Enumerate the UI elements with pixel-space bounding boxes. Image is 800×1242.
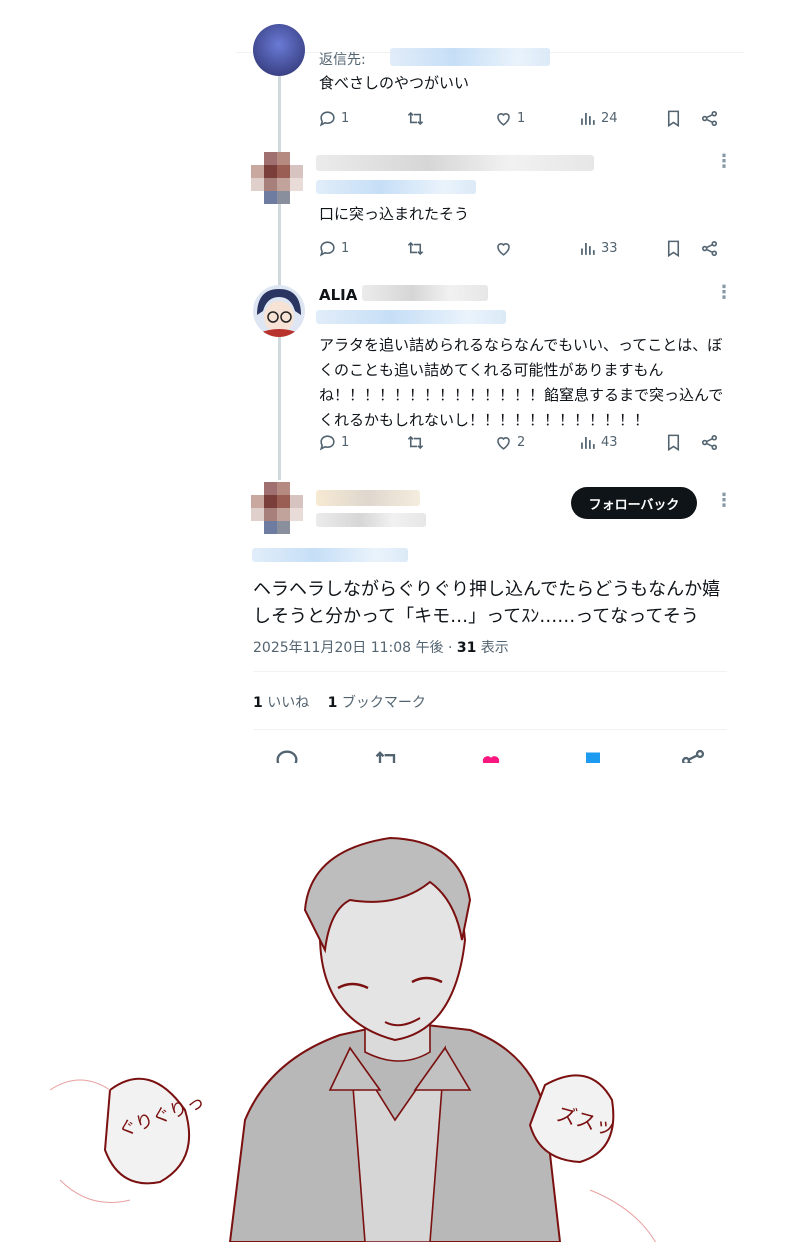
user-name: ALIA bbox=[319, 286, 358, 304]
retweet-icon[interactable] bbox=[373, 747, 401, 763]
reply-count: 1 bbox=[341, 110, 350, 126]
retweet-button[interactable] bbox=[406, 106, 425, 130]
retweet-icon bbox=[407, 435, 424, 449]
engagement-stats: 1 いいね 1 ブックマーク bbox=[253, 692, 426, 712]
like-button[interactable]: 2 bbox=[494, 430, 525, 454]
views-label: 表示 bbox=[476, 640, 509, 656]
action-bar: 1 33 bbox=[318, 236, 722, 260]
views-button[interactable]: 33 bbox=[578, 236, 618, 260]
follow-back-button[interactable]: フォローバック bbox=[571, 487, 697, 519]
action-bar: 1 1 24 bbox=[318, 106, 722, 130]
views-icon bbox=[581, 242, 595, 255]
bookmark-icon bbox=[667, 240, 680, 257]
views-button[interactable]: 43 bbox=[578, 430, 618, 454]
reply-button[interactable]: 1 bbox=[318, 236, 349, 260]
share-icon bbox=[701, 434, 718, 450]
avatar[interactable] bbox=[251, 482, 303, 534]
character-sketch: ぐりぐりっ ズスッ bbox=[49, 836, 657, 1242]
meta-separator: · bbox=[443, 640, 457, 656]
tweet-text: ヘラヘラしながらぐりぐり押し込んでたらどうもなんか嬉しそうと分かって「キモ…」っ… bbox=[253, 579, 721, 627]
reply-icon bbox=[319, 240, 335, 256]
share-icon bbox=[701, 110, 718, 126]
divider bbox=[253, 671, 727, 672]
handle-redacted bbox=[316, 513, 426, 527]
reply-button[interactable]: 1 bbox=[318, 430, 349, 454]
heart-icon bbox=[497, 242, 510, 256]
divider bbox=[253, 729, 727, 730]
bookmark-button[interactable] bbox=[664, 236, 683, 260]
reply-count: 1 bbox=[341, 240, 350, 256]
name-redacted bbox=[316, 490, 420, 506]
bookmark-filled-icon[interactable] bbox=[579, 749, 607, 763]
reply-to-redacted bbox=[252, 548, 408, 562]
name-redacted bbox=[316, 155, 594, 171]
reply-icon bbox=[319, 110, 335, 126]
tweet-meta: 2025年11月20日 11:08 午後 · 31 表示 bbox=[253, 637, 509, 657]
share-button[interactable] bbox=[700, 236, 719, 260]
heart-filled-icon[interactable] bbox=[477, 749, 505, 763]
reply-button[interactable]: 1 bbox=[318, 106, 349, 130]
like-count: 2 bbox=[517, 434, 526, 450]
more-options-button[interactable]: ⋮ bbox=[715, 284, 733, 302]
like-button[interactable] bbox=[494, 236, 513, 260]
reply-to-label: 返信先: bbox=[319, 52, 366, 68]
reply-count: 1 bbox=[341, 434, 350, 450]
retweet-icon bbox=[407, 241, 424, 255]
bookmarks-count: 1 bbox=[327, 695, 338, 711]
avatar-illustration bbox=[257, 289, 301, 337]
reply-icon[interactable] bbox=[273, 747, 301, 763]
share-icon bbox=[701, 240, 718, 256]
reply-icon bbox=[319, 434, 335, 450]
heart-icon bbox=[497, 436, 510, 450]
likes-label: いいね bbox=[262, 695, 310, 711]
like-button[interactable]: 1 bbox=[494, 106, 525, 130]
views-icon bbox=[581, 112, 595, 125]
avatar[interactable] bbox=[253, 285, 305, 337]
views-button[interactable]: 24 bbox=[578, 106, 618, 130]
thread-line bbox=[278, 60, 281, 480]
views-count: 24 bbox=[601, 110, 618, 126]
tweet-datetime[interactable]: 2025年11月20日 11:08 午後 bbox=[253, 640, 444, 656]
share-button[interactable] bbox=[700, 106, 719, 130]
bookmark-button[interactable] bbox=[664, 430, 683, 454]
more-options-button[interactable]: ⋮ bbox=[715, 153, 733, 171]
like-count: 1 bbox=[517, 110, 526, 126]
bookmarks-label: ブックマーク bbox=[337, 695, 426, 711]
views-count: 31 bbox=[456, 640, 477, 656]
action-bar: 1 2 43 bbox=[318, 430, 722, 454]
share-button[interactable] bbox=[700, 430, 719, 454]
reply-to-redacted bbox=[390, 48, 550, 66]
avatar[interactable] bbox=[253, 24, 305, 76]
handle-redacted bbox=[316, 180, 476, 194]
bookmark-button[interactable] bbox=[664, 106, 683, 130]
reply-text: アラタを追い詰められるならなんでもいい、ってことは、ぼくのことも追い詰めてくれる… bbox=[319, 336, 724, 429]
avatar[interactable] bbox=[251, 152, 303, 204]
views-icon bbox=[581, 436, 595, 449]
retweet-button[interactable] bbox=[406, 430, 425, 454]
views-count: 43 bbox=[601, 434, 618, 450]
retweet-button[interactable] bbox=[406, 236, 425, 260]
bookmarks-stat[interactable]: 1 ブックマーク bbox=[328, 695, 426, 711]
heart-icon bbox=[497, 112, 510, 126]
reply-text: 口に突っ込まれたそう bbox=[319, 205, 470, 223]
reply-text: 食べさしのやつがいい bbox=[319, 74, 470, 92]
bookmark-icon bbox=[667, 434, 680, 451]
share-icon[interactable] bbox=[679, 747, 707, 763]
likes-stat[interactable]: 1 いいね bbox=[253, 695, 309, 711]
more-options-button[interactable]: ⋮ bbox=[715, 492, 733, 510]
name-redacted bbox=[362, 285, 488, 301]
views-count: 33 bbox=[601, 240, 618, 256]
bookmark-icon bbox=[667, 110, 680, 127]
handle-redacted bbox=[316, 310, 506, 324]
retweet-icon bbox=[407, 111, 424, 125]
main-action-bar bbox=[253, 745, 727, 763]
likes-count: 1 bbox=[253, 695, 263, 711]
